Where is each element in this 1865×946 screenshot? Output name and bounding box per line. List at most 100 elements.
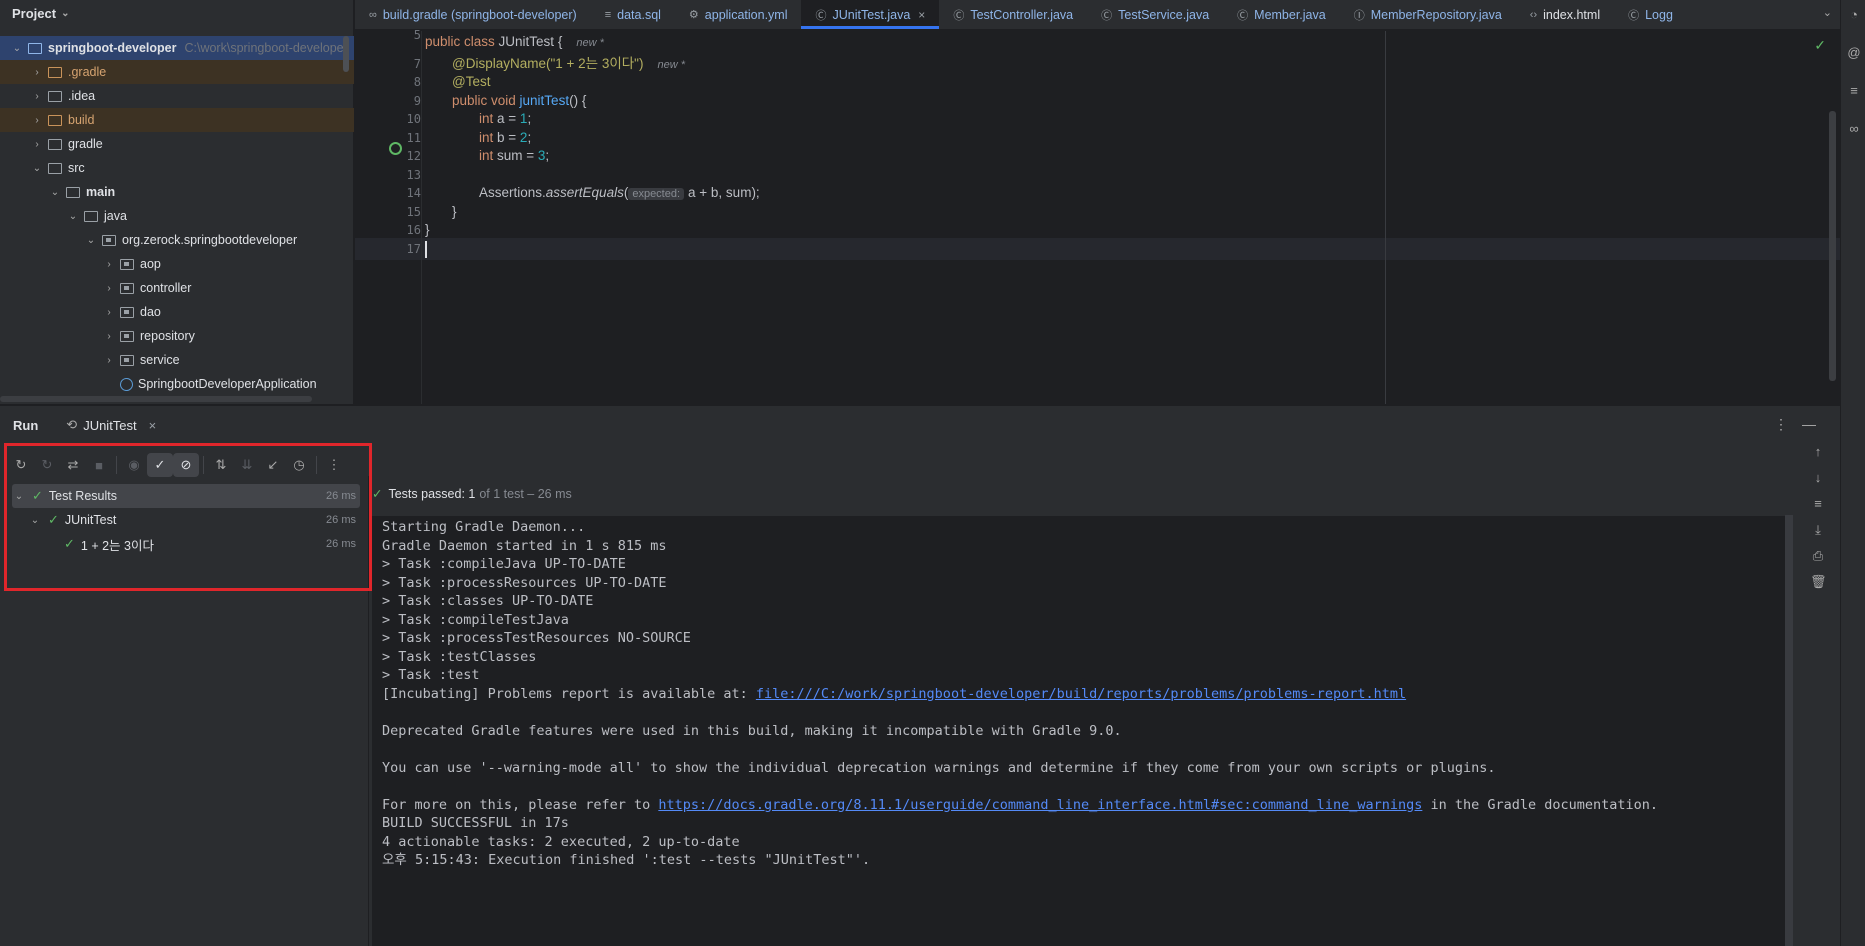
tree-item[interactable]: › build	[0, 108, 354, 132]
spring-class-icon	[120, 377, 133, 391]
run-tab-label: JUnitTest	[83, 417, 137, 433]
yaml-icon: ⚙	[688, 9, 699, 21]
tree-item[interactable]: ⌄ java	[0, 204, 354, 228]
print-icon[interactable]: ⎙	[1810, 548, 1826, 564]
line-gutter: 5 7 8 9 10 11 12 13 14 15 16 17	[355, 28, 421, 404]
tab-junittest-java[interactable]: Ⓒ JUnitTest.java ×	[801, 0, 940, 29]
folder-icon	[48, 66, 62, 78]
tree-item[interactable]: › .idea	[0, 84, 354, 108]
annotation-highlight-box	[4, 443, 372, 591]
tree-item[interactable]: ⌄ springboot-developer C:\work\springboot-…	[0, 36, 354, 60]
tree-item-label: dao	[140, 305, 161, 319]
test-class-icon: Ⓒ	[815, 9, 827, 22]
tab-memberrepository-java[interactable]: Ⓘ MemberRepository.java	[1340, 0, 1516, 29]
check-icon[interactable]: ✓	[1814, 37, 1826, 54]
tree-item[interactable]: › service	[0, 348, 354, 372]
code-editor[interactable]: 5 7 8 9 10 11 12 13 14 15 16 17 public class JUnitT…	[355, 28, 1840, 404]
tree-item[interactable]: ⌄ org.zerock.springbootdeveloper	[0, 228, 354, 252]
gradle-icon[interactable]: ∞	[1847, 122, 1861, 136]
scrollbar[interactable]	[1785, 515, 1793, 946]
package-icon	[120, 258, 134, 270]
tab-application-yml[interactable]: ⚙ application.yml	[675, 0, 802, 29]
status-count: 1	[468, 486, 476, 501]
tab-testservice-java[interactable]: Ⓒ TestService.java	[1087, 0, 1223, 29]
author-hint: new *	[657, 59, 686, 71]
database-icon[interactable]: ≡	[1847, 84, 1861, 98]
tab-label: MemberRepository.java	[1370, 7, 1502, 22]
chevron-down-icon[interactable]: ⌄	[30, 163, 44, 174]
author-hint: new *	[576, 37, 604, 49]
editor-tabs: ∞ build.gradle (springboot-developer) ≡ dat…	[355, 0, 1840, 30]
console-output[interactable]: Starting Gradle Daemon... Gradle Daemon s…	[372, 516, 1792, 946]
chevron-right-icon[interactable]: ›	[102, 355, 116, 366]
tab-index-html[interactable]: ‹› index.html	[1516, 0, 1614, 29]
soft-wrap-icon[interactable]: ≡	[1810, 496, 1826, 512]
tree-item[interactable]: › aop	[0, 252, 354, 276]
tab-label: JUnitTest.java	[832, 7, 911, 22]
tab-member-java[interactable]: Ⓒ Member.java	[1223, 0, 1340, 29]
close-icon[interactable]: ×	[149, 418, 157, 433]
tree-item-label: aop	[140, 257, 161, 271]
more-options-icon[interactable]: ⋮	[1774, 416, 1802, 432]
chevron-right-icon[interactable]: ›	[102, 283, 116, 294]
chevron-down-icon[interactable]: ⌄	[84, 235, 98, 246]
code-line: }	[425, 222, 430, 237]
chevron-down-icon[interactable]: ⌄	[1823, 6, 1832, 19]
console-line: Deprecated Gradle features were used in …	[382, 722, 1122, 739]
tree-item[interactable]: › .gradle	[0, 60, 354, 84]
tab-testcontroller-java[interactable]: Ⓒ TestController.java	[939, 0, 1087, 29]
code-line: int sum = 3;	[479, 148, 550, 163]
ai-assistant-icon[interactable]: @	[1847, 46, 1861, 60]
tab-logg[interactable]: Ⓒ Logg	[1614, 0, 1687, 29]
tree-item-label: .gradle	[68, 65, 107, 79]
project-header[interactable]: Project ⌄	[0, 0, 353, 26]
chevron-right-icon[interactable]: ›	[30, 139, 44, 150]
chevron-right-icon[interactable]: ›	[102, 307, 116, 318]
close-icon[interactable]: ×	[918, 8, 925, 22]
package-icon	[120, 282, 134, 294]
tree-item-label: controller	[140, 281, 192, 295]
tab-label: Member.java	[1254, 7, 1326, 22]
scrollbar[interactable]	[0, 396, 312, 402]
scroll-to-end-icon[interactable]: ⤓	[1810, 522, 1826, 538]
chevron-down-icon[interactable]: ⌄	[48, 187, 62, 198]
test-status: ✓ Tests passed: 1 of 1 test – 26 ms	[372, 486, 572, 502]
package-icon	[102, 234, 116, 246]
problems-report-link[interactable]: file:///C:/work/springboot-developer/bui…	[756, 686, 1406, 702]
tree-item-path: C:\work\springboot-developer	[184, 41, 348, 55]
trash-icon[interactable]: 🗑	[1810, 574, 1827, 590]
chevron-right-icon[interactable]: ›	[102, 259, 116, 270]
tree-item[interactable]: › repository	[0, 324, 354, 348]
chevron-right-icon[interactable]: ›	[102, 331, 116, 342]
scrollbar[interactable]	[1829, 111, 1836, 381]
tree-item[interactable]: › dao	[0, 300, 354, 324]
run-test-icon[interactable]	[389, 142, 402, 155]
chevron-right-icon[interactable]: ›	[30, 67, 44, 78]
tree-item[interactable]: SpringbootDeveloperApplication	[0, 372, 354, 396]
tab-data-sql[interactable]: ≡ data.sql	[591, 0, 675, 29]
scrollbar[interactable]	[343, 36, 349, 72]
arrow-up-icon[interactable]: ↑	[1810, 444, 1826, 460]
chevron-down-icon[interactable]: ⌄	[66, 211, 80, 222]
chevron-right-icon[interactable]: ›	[30, 115, 44, 126]
folder-icon	[48, 162, 62, 174]
run-header-actions: ⋮—	[1774, 416, 1830, 433]
tab-label: build.gradle (springboot-developer)	[382, 7, 577, 22]
gradle-docs-link[interactable]: https://docs.gradle.org/8.11.1/userguide…	[658, 797, 1422, 813]
tree-item[interactable]: › gradle	[0, 132, 354, 156]
tab-label: TestController.java	[970, 7, 1074, 22]
arrow-down-icon[interactable]: ↓	[1810, 470, 1826, 486]
package-icon	[120, 306, 134, 318]
chevron-right-icon[interactable]: ›	[30, 91, 44, 102]
folder-icon	[28, 42, 42, 54]
chevron-down-icon[interactable]: ⌄	[10, 43, 24, 54]
run-tab[interactable]: ⟲ JUnitTest ×	[66, 417, 156, 433]
run-header: Run ⟲ JUnitTest ×	[0, 406, 1840, 444]
console-line: For more on this, please refer to https:…	[382, 796, 1659, 813]
tree-item[interactable]: › controller	[0, 276, 354, 300]
tree-item[interactable]: ⌄ src	[0, 156, 354, 180]
minimize-icon[interactable]: —	[1802, 416, 1830, 432]
tree-item[interactable]: ⌄ main	[0, 180, 354, 204]
bell-icon[interactable]: ◔	[1847, 8, 1861, 22]
line-number: 5	[413, 28, 421, 42]
